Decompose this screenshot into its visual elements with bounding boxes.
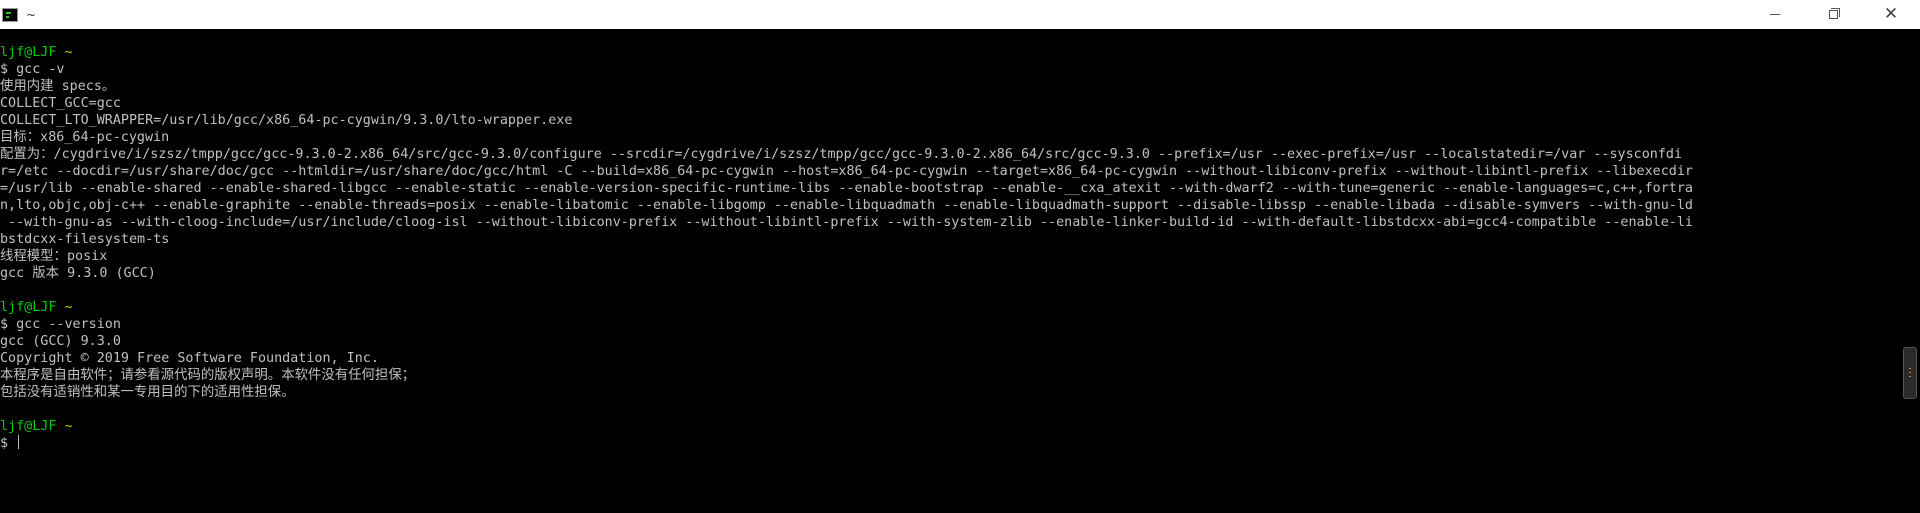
prompt-separator: [56, 45, 64, 60]
output-line: --with-gnu-as --with-cloog-include=/usr/…: [0, 215, 1693, 230]
title-bar[interactable]: ~ ✕: [0, 0, 1920, 29]
output-line: bstdcxx-filesystem-ts: [0, 232, 170, 247]
window-controls: ✕: [1746, 0, 1920, 29]
prompt-separator: [56, 300, 64, 315]
vertical-scrollbar[interactable]: [1900, 29, 1920, 513]
minimize-button[interactable]: [1746, 0, 1804, 29]
command-line: $ gcc --version: [0, 317, 121, 332]
output-line: =/usr/lib --enable-shared --enable-share…: [0, 181, 1693, 196]
prompt-user: ljf@LJF: [0, 419, 57, 434]
prompt-line: ljf@LJF ~: [0, 299, 1896, 316]
maximize-button[interactable]: [1804, 0, 1862, 29]
prompt-path: ~: [64, 45, 73, 60]
output-line: COLLECT_LTO_WRAPPER=/usr/lib/gcc/x86_64-…: [0, 113, 573, 128]
input-line[interactable]: $: [0, 435, 1896, 452]
output-line: 线程模型：posix: [0, 249, 108, 264]
current-prompt: $: [0, 436, 17, 451]
close-icon: ✕: [1883, 4, 1899, 24]
output-line: 包括没有适销性和某一专用目的下的适用性担保。: [0, 385, 295, 400]
output-line: 使用内建 specs。: [0, 79, 116, 94]
terminal-output[interactable]: ljf@LJF ~ $ gcc -v 使用内建 specs。 COLLECT_GCC=…: [0, 44, 1896, 452]
scrollbar-thumb[interactable]: [1903, 347, 1917, 399]
output-line: 配置为：/cygdrive/i/szsz/tmpp/gcc/gcc-9.3.0-…: [0, 147, 1683, 162]
output-line: n,lto,objc,obj-c++ --enable-graphite --e…: [0, 198, 1693, 213]
output-line: COLLECT_GCC=gcc: [0, 96, 121, 111]
prompt-path: ~: [64, 300, 73, 315]
terminal-window: ~ ✕ ljf@LJF ~ $ gcc -v 使用内建 specs。 COLLECT_…: [0, 0, 1920, 513]
prompt-user: ljf@LJF: [0, 45, 57, 60]
output-line: r=/etc --docdir=/usr/share/doc/gcc --htm…: [0, 164, 1693, 179]
output-line: 本程序是自由软件；请参看源代码的版权声明。本软件没有任何担保；: [0, 368, 416, 383]
output-line: gcc 版本 9.3.0 (GCC): [0, 266, 156, 281]
close-button[interactable]: ✕: [1862, 0, 1920, 29]
prompt-line: ljf@LJF ~: [0, 418, 1896, 435]
prompt-separator: [56, 419, 64, 434]
prompt-line: ljf@LJF ~: [0, 44, 1896, 61]
scrollbar-grip: [1909, 368, 1911, 369]
scrollbar-grip: [1909, 376, 1911, 377]
prompt-user: ljf@LJF: [0, 300, 57, 315]
output-line: 目标：x86_64-pc-cygwin: [0, 130, 170, 145]
window-title: ~: [26, 7, 37, 22]
scrollbar-grip: [1909, 372, 1911, 373]
minimize-icon: [1770, 14, 1780, 15]
terminal-icon[interactable]: [2, 7, 18, 22]
command-line: $ gcc -v: [0, 62, 65, 77]
output-line: gcc (GCC) 9.3.0: [0, 334, 121, 349]
prompt-path: ~: [64, 419, 73, 434]
restore-icon: [1828, 8, 1840, 19]
text-cursor: [18, 435, 20, 449]
output-line: Copyright © 2019 Free Software Foundatio…: [0, 351, 379, 366]
